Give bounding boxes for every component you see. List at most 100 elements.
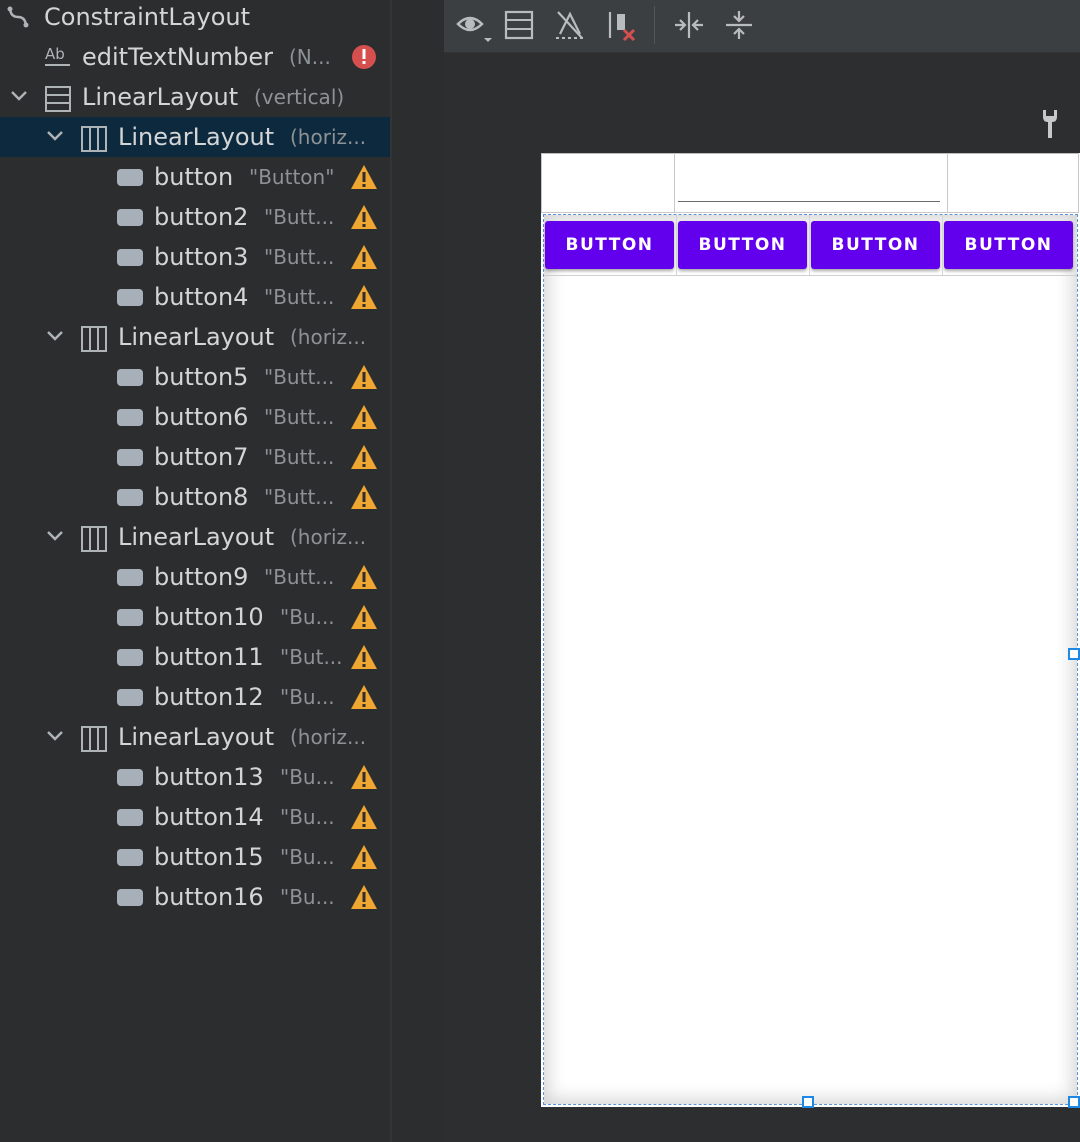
svg-text:Ab: Ab bbox=[45, 45, 65, 63]
tree-item-name: button3 bbox=[154, 243, 249, 271]
tree-item-attribute: "Butt... bbox=[264, 285, 335, 309]
tree-item-button5[interactable]: button5 "Butt... bbox=[0, 357, 390, 397]
eye-icon[interactable] bbox=[454, 8, 492, 42]
tree-item-name: button10 bbox=[154, 603, 264, 631]
warning-icon[interactable] bbox=[350, 557, 378, 597]
resize-handle-corner[interactable] bbox=[1068, 1096, 1080, 1108]
warning-icon[interactable] bbox=[350, 757, 378, 797]
chevron-down-icon[interactable] bbox=[44, 517, 66, 557]
horizontal-linear-layout-icon bbox=[80, 517, 108, 557]
warning-icon[interactable] bbox=[350, 397, 378, 437]
tree-item-linearlayout[interactable]: LinearLayout (vertical) bbox=[0, 77, 390, 117]
chevron-down-icon[interactable] bbox=[8, 77, 30, 117]
tree-item-button15[interactable]: button15 "Bu... bbox=[0, 837, 390, 877]
tree-item-attribute: "Butt... bbox=[264, 565, 335, 589]
tree-item-button13[interactable]: button13 "Bu... bbox=[0, 757, 390, 797]
tree-item-name: LinearLayout bbox=[118, 323, 275, 351]
resize-handle-right[interactable] bbox=[1068, 648, 1080, 660]
warning-icon[interactable] bbox=[350, 837, 378, 877]
button-icon bbox=[116, 157, 144, 197]
warning-icon[interactable] bbox=[350, 277, 378, 317]
tree-item-attribute: "Butt... bbox=[264, 485, 335, 509]
constraint-layout-icon bbox=[6, 0, 32, 37]
tree-item-attribute bbox=[266, 0, 384, 37]
tree-item-button14[interactable]: button14 "Bu... bbox=[0, 797, 390, 837]
tree-item-button11[interactable]: button11 "But... bbox=[0, 637, 390, 677]
warning-icon[interactable] bbox=[350, 597, 378, 637]
button-icon bbox=[116, 357, 144, 397]
error-icon[interactable] bbox=[351, 37, 379, 77]
panel-divider[interactable] bbox=[390, 0, 392, 1142]
tree-item-attribute: (horiz... bbox=[290, 125, 367, 149]
button-icon bbox=[116, 197, 144, 237]
pack-horizontal-icon[interactable] bbox=[672, 8, 706, 42]
edit-text-number-field[interactable] bbox=[674, 153, 948, 213]
layout-bounds-icon[interactable] bbox=[502, 8, 536, 42]
vertical-linear-layout[interactable]: BUTTON BUTTON BUTTON BUTTON bbox=[543, 214, 1080, 1108]
tree-item-edittextnumber[interactable]: Ab editTextNumber (N... bbox=[0, 37, 390, 77]
wrench-icon[interactable] bbox=[1038, 108, 1062, 140]
tree-item-name: button15 bbox=[154, 843, 264, 871]
tree-item-button12[interactable]: button12 "Bu... bbox=[0, 677, 390, 717]
warning-icon[interactable] bbox=[350, 157, 378, 197]
tree-item-button6[interactable]: button6 "Butt... bbox=[0, 397, 390, 437]
horizontal-linear-layout[interactable]: BUTTON BUTTON BUTTON BUTTON bbox=[544, 215, 1077, 276]
tree-item-attribute: "Butt... bbox=[264, 245, 335, 269]
tree-item-constraintlayout[interactable]: ConstraintLayout bbox=[0, 0, 390, 37]
tree-item-attribute: "Bu... bbox=[280, 805, 335, 829]
preview-button[interactable]: BUTTON bbox=[678, 221, 807, 269]
warning-icon[interactable] bbox=[350, 237, 378, 277]
warning-icon[interactable] bbox=[350, 637, 378, 677]
empty-cell bbox=[541, 153, 675, 213]
cell-divider bbox=[809, 215, 810, 275]
tree-item-button10[interactable]: button10 "Bu... bbox=[0, 597, 390, 637]
tree-item-button9[interactable]: button9 "Butt... bbox=[0, 557, 390, 597]
horizontal-linear-layout-icon bbox=[80, 717, 108, 757]
tree-item-attribute: "Button" bbox=[249, 165, 335, 189]
tree-item-button7[interactable]: button7 "Butt... bbox=[0, 437, 390, 477]
tree-item-button4[interactable]: button4 "Butt... bbox=[0, 277, 390, 317]
warning-icon[interactable] bbox=[350, 477, 378, 517]
disable-autoconnect-icon[interactable] bbox=[552, 8, 586, 42]
tree-item-linearlayout[interactable]: LinearLayout (horiz... bbox=[0, 117, 390, 157]
warning-icon[interactable] bbox=[350, 197, 378, 237]
button-icon bbox=[116, 797, 144, 837]
tree-item-attribute: (vertical) bbox=[254, 85, 345, 109]
tree-item-name: button16 bbox=[154, 883, 264, 911]
tree-item-name: button13 bbox=[154, 763, 264, 791]
chevron-down-icon[interactable] bbox=[44, 317, 66, 357]
warning-icon[interactable] bbox=[350, 677, 378, 717]
warning-icon[interactable] bbox=[350, 797, 378, 837]
tree-item-linearlayout[interactable]: LinearLayout (horiz... bbox=[0, 317, 390, 357]
tree-item-button3[interactable]: button3 "Butt... bbox=[0, 237, 390, 277]
tree-item-attribute: "Butt... bbox=[264, 445, 335, 469]
warning-icon[interactable] bbox=[350, 437, 378, 477]
tree-item-button16[interactable]: button16 "Bu... bbox=[0, 877, 390, 917]
design-surface: BUTTON BUTTON BUTTON BUTTON bbox=[444, 0, 1080, 1142]
tree-item-button[interactable]: button "Button" bbox=[0, 157, 390, 197]
tree-item-button2[interactable]: button2 "Butt... bbox=[0, 197, 390, 237]
button-icon bbox=[116, 757, 144, 797]
preview-button[interactable]: BUTTON bbox=[811, 221, 940, 269]
tree-item-name: LinearLayout bbox=[118, 123, 275, 151]
tree-item-linearlayout[interactable]: LinearLayout (horiz... bbox=[0, 717, 390, 757]
preview-button[interactable]: BUTTON bbox=[944, 221, 1073, 269]
tree-item-button8[interactable]: button8 "Butt... bbox=[0, 477, 390, 517]
tree-item-name: LinearLayout bbox=[118, 723, 275, 751]
clear-constraints-icon[interactable] bbox=[606, 8, 640, 42]
preview-button[interactable]: BUTTON bbox=[545, 221, 674, 269]
tree-item-linearlayout[interactable]: LinearLayout (horiz... bbox=[0, 517, 390, 557]
tree-item-attribute: "Bu... bbox=[280, 605, 335, 629]
tree-item-name: button8 bbox=[154, 483, 249, 511]
design-toolbar bbox=[444, 0, 1080, 53]
chevron-down-icon[interactable] bbox=[44, 117, 66, 157]
warning-icon[interactable] bbox=[350, 877, 378, 917]
horizontal-linear-layout-icon bbox=[80, 117, 108, 157]
button-icon bbox=[116, 397, 144, 437]
device-preview: BUTTON BUTTON BUTTON BUTTON bbox=[541, 153, 1080, 1108]
chevron-down-icon[interactable] bbox=[44, 717, 66, 757]
toolbar-separator bbox=[654, 6, 655, 44]
warning-icon[interactable] bbox=[350, 357, 378, 397]
resize-handle-bottom[interactable] bbox=[802, 1096, 814, 1108]
pack-vertical-icon[interactable] bbox=[722, 8, 756, 42]
